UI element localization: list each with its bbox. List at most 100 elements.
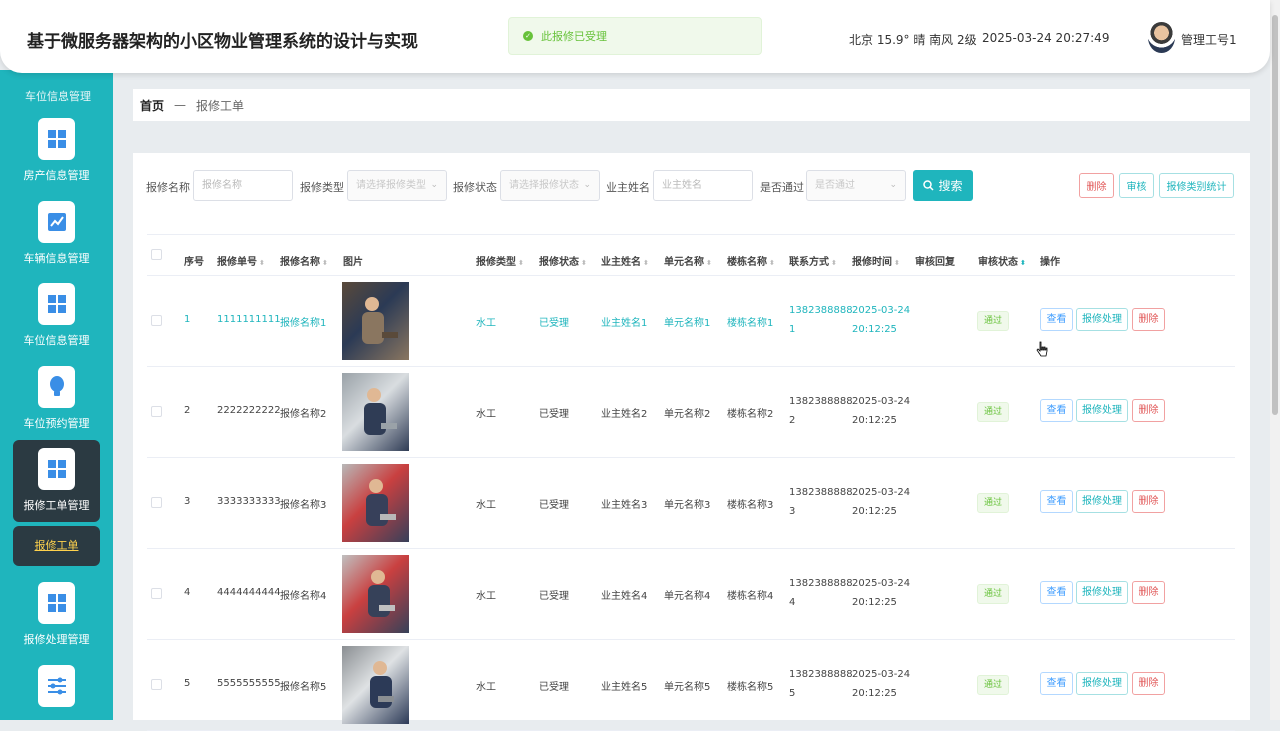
view-button[interactable]: 查看	[1040, 490, 1073, 513]
cell-unit: 单元名称5	[664, 682, 711, 693]
user-avatar[interactable]	[1148, 22, 1175, 53]
row-checkbox[interactable]	[151, 315, 162, 326]
filter-owner-label: 业主姓名	[606, 181, 650, 194]
repair-photo[interactable]	[342, 282, 409, 360]
user-name[interactable]: 管理工号1	[1181, 31, 1237, 48]
sidebar-item-repair-process[interactable]: 报修处理管理	[13, 574, 100, 656]
sidebar-item-property[interactable]: 房产信息管理	[13, 110, 100, 192]
process-button[interactable]: 报修处理	[1076, 581, 1128, 604]
repair-photo[interactable]	[342, 555, 409, 633]
search-button[interactable]: 搜索	[913, 170, 973, 201]
col-name[interactable]: 报修名称 ⬍	[280, 253, 328, 268]
sort-icon[interactable]: ⬍	[643, 259, 649, 267]
view-button[interactable]: 查看	[1040, 581, 1073, 604]
repair-status-select[interactable]: 请选择报修状态 ⌄	[500, 170, 600, 201]
view-button[interactable]: 查看	[1040, 672, 1073, 695]
delete-button[interactable]: 删除	[1132, 399, 1165, 422]
sidebar: 车位信息管理 房产信息管理 车辆信息管理 车位信息管理 车位预约管理 报修工单管…	[0, 70, 113, 720]
row-checkbox[interactable]	[151, 588, 162, 599]
sidebar-item-label: 报修处理管理	[23, 633, 90, 646]
cell-status: 已受理	[539, 682, 569, 693]
chevron-down-icon: ⌄	[430, 180, 438, 190]
cell-index: 4	[184, 587, 191, 598]
audit-status-badge: 通过	[977, 311, 1009, 331]
cell-phone: 1382388888	[789, 669, 853, 680]
sidebar-item-parking[interactable]: 车位信息管理	[13, 275, 100, 357]
col-owner[interactable]: 业主姓名 ⬍	[601, 253, 649, 268]
sort-icon[interactable]: ⬍	[581, 259, 587, 267]
col-name-label: 报修名称	[280, 257, 320, 268]
repair-photo[interactable]	[342, 373, 409, 451]
scroll-thumb[interactable]	[1272, 15, 1278, 415]
sidebar-item-vehicle[interactable]: 车辆信息管理	[13, 193, 100, 275]
repair-type-select[interactable]: 请选择报修类型 ⌄	[347, 170, 447, 201]
pass-select[interactable]: 是否通过 ⌄	[806, 170, 906, 201]
cell-date: 2025-03-24	[852, 578, 911, 589]
breadcrumb-home[interactable]: 首页	[140, 97, 164, 114]
row-checkbox[interactable]	[151, 406, 162, 417]
col-audit-status[interactable]: 审核状态 ⬍	[978, 253, 1026, 268]
bulk-delete-button[interactable]: 删除	[1079, 173, 1114, 198]
process-button[interactable]: 报修处理	[1076, 490, 1128, 513]
check-circle-icon: ✓	[523, 31, 533, 41]
audit-status-badge: 通过	[977, 402, 1009, 422]
cell-time: 20:12:25	[852, 415, 897, 426]
process-button[interactable]: 报修处理	[1076, 399, 1128, 422]
view-button[interactable]: 查看	[1040, 308, 1073, 331]
cell-phone-suffix: 1	[789, 324, 796, 335]
sort-icon[interactable]: ⬍	[259, 259, 265, 267]
delete-button[interactable]: 删除	[1132, 308, 1165, 331]
repair-photo[interactable]	[342, 646, 409, 724]
sort-icon[interactable]: ⬍	[769, 259, 775, 267]
col-audit-status-label: 审核状态	[978, 257, 1018, 268]
delete-button[interactable]: 删除	[1132, 672, 1165, 695]
success-toast: ✓ 此报修已受理	[508, 17, 762, 55]
col-unit[interactable]: 单元名称 ⬍	[664, 253, 712, 268]
repair-stats-button[interactable]: 报修类别统计	[1159, 173, 1234, 198]
sidebar-subitem-repair-order[interactable]: 报修工单	[13, 526, 100, 566]
col-type[interactable]: 报修类型 ⬍	[476, 253, 524, 268]
repair-status-placeholder: 请选择报修状态	[509, 180, 579, 191]
owner-name-input[interactable]: 业主姓名	[653, 170, 753, 201]
col-time[interactable]: 报修时间 ⬍	[852, 253, 900, 268]
process-button[interactable]: 报修处理	[1076, 308, 1128, 331]
sort-icon[interactable]: ⬍	[831, 259, 837, 267]
col-type-label: 报修类型	[476, 257, 516, 268]
sort-icon[interactable]: ⬍	[322, 259, 328, 267]
cell-type: 水工	[476, 318, 496, 329]
sidebar-item-label: 车位预约管理	[23, 417, 90, 430]
select-all-checkbox[interactable]	[151, 249, 162, 260]
process-button[interactable]: 报修处理	[1076, 672, 1128, 695]
bulb-icon	[38, 366, 75, 408]
sort-icon[interactable]: ⬍	[706, 259, 712, 267]
repair-photo[interactable]	[342, 464, 409, 542]
col-index: 序号	[184, 257, 204, 268]
col-phone[interactable]: 联系方式 ⬍	[789, 253, 837, 268]
cell-time: 20:12:25	[852, 597, 897, 608]
audit-button[interactable]: 审核	[1119, 173, 1154, 198]
filter-type-label: 报修类型	[300, 181, 344, 194]
col-status-label: 报修状态	[539, 257, 579, 268]
sort-asc-icon[interactable]: ⬍	[1020, 259, 1026, 267]
row-checkbox[interactable]	[151, 679, 162, 690]
sidebar-item-settings[interactable]	[13, 657, 100, 720]
delete-button[interactable]: 删除	[1132, 581, 1165, 604]
cell-owner: 业主姓名5	[601, 682, 648, 693]
sort-icon[interactable]: ⬍	[518, 259, 524, 267]
current-datetime: 2025-03-24 20:27:49	[982, 31, 1110, 45]
page-scrollbar[interactable]	[1270, 0, 1280, 720]
chart-icon	[38, 201, 75, 243]
chevron-down-icon: ⌄	[889, 180, 897, 190]
cell-type: 水工	[476, 409, 496, 420]
repair-name-input[interactable]: 报修名称	[193, 170, 293, 201]
row-checkbox[interactable]	[151, 497, 162, 508]
sidebar-item-clipped[interactable]: 车位信息管理	[25, 88, 91, 104]
col-building[interactable]: 楼栋名称 ⬍	[727, 253, 775, 268]
view-button[interactable]: 查看	[1040, 399, 1073, 422]
sort-icon[interactable]: ⬍	[894, 259, 900, 267]
col-status[interactable]: 报修状态 ⬍	[539, 253, 587, 268]
delete-button[interactable]: 删除	[1132, 490, 1165, 513]
col-order-no[interactable]: 报修单号 ⬍	[217, 253, 265, 268]
sidebar-item-parking-reserve[interactable]: 车位预约管理	[13, 358, 100, 440]
sidebar-item-repair-orders[interactable]: 报修工单管理	[13, 440, 100, 522]
